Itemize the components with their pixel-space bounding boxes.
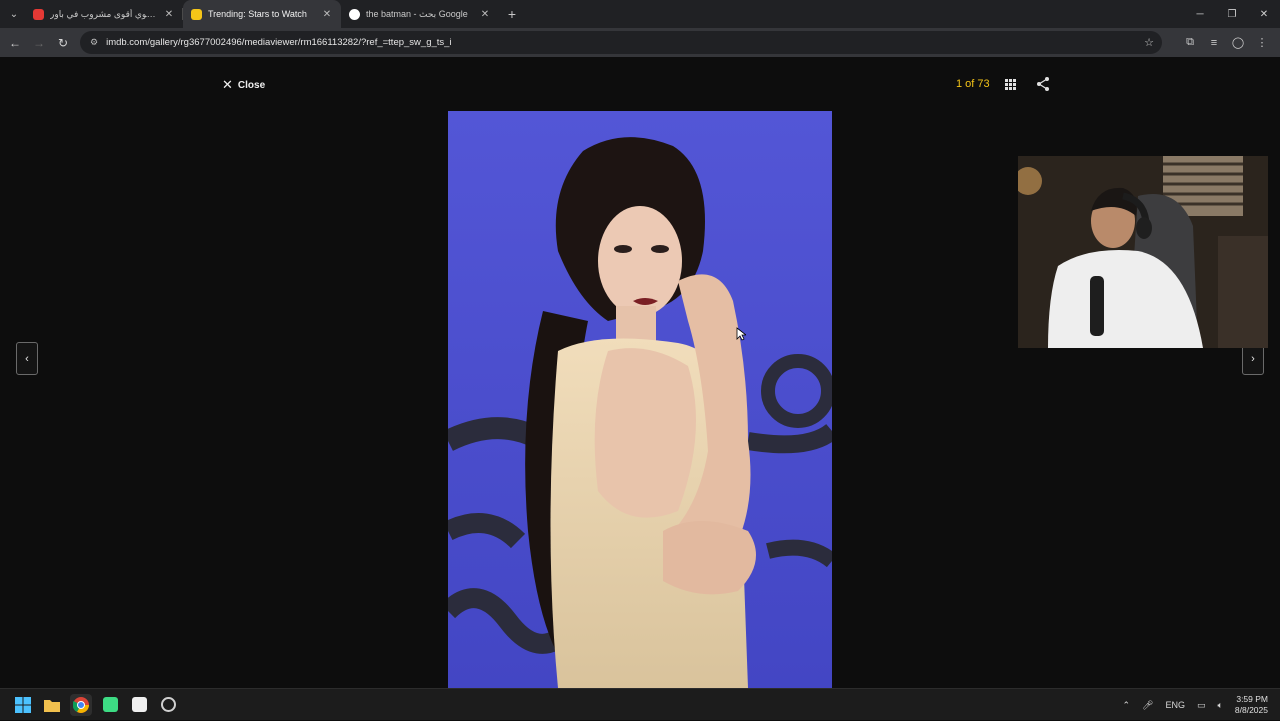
tab-imdb[interactable]: Trending: Stars to Watch ✕: [183, 0, 341, 28]
tab-title: مين يسوي أقوى مشروب في باور !: [50, 8, 163, 19]
language-indicator[interactable]: ENG: [1165, 700, 1185, 710]
menu-kebab-icon[interactable]: ⋮: [1250, 36, 1274, 49]
tab-title: Trending: Stars to Watch: [208, 9, 307, 19]
capcut-app-icon[interactable]: [128, 694, 150, 716]
restore-icon[interactable]: ❐: [1216, 0, 1248, 28]
tab-search-button[interactable]: ⌄: [3, 3, 25, 25]
chrome-icon: [73, 696, 89, 713]
network-icon[interactable]: ▭: [1197, 700, 1206, 711]
file-explorer-icon[interactable]: [41, 694, 63, 716]
back-icon[interactable]: ←: [3, 36, 27, 50]
chrome-taskbar-icon[interactable]: [70, 693, 92, 716]
webcam-overlay: [1018, 156, 1268, 348]
windows-start-icon[interactable]: [12, 694, 34, 716]
tab-youtube[interactable]: مين يسوي أقوى مشروب في باور ! ✕: [25, 0, 183, 28]
android-app-icon[interactable]: [99, 694, 121, 716]
gallery-photo: [448, 111, 832, 688]
system-tray: ⌃ 🎤︎ ENG ▭ 🔈︎ 3:59 PM 8/8/2025: [1122, 689, 1280, 721]
chevron-right-icon: ›: [1251, 352, 1255, 365]
previous-image-button[interactable]: ‹: [16, 342, 38, 375]
url-text: imdb.com/gallery/rg3677002496/mediaviewe…: [106, 37, 452, 48]
close-window-icon[interactable]: ✕: [1248, 0, 1280, 28]
obs-app-icon[interactable]: [157, 694, 179, 716]
webcam-illustration: [1018, 156, 1268, 348]
portrait-illustration: [448, 111, 832, 688]
gallery-grid-icon[interactable]: [1005, 79, 1016, 90]
browser-toolbar: ← → ↻ ⚙ imdb.com/gallery/rg3677002496/me…: [0, 28, 1280, 57]
clock-date: 8/8/2025: [1234, 705, 1268, 715]
volume-icon[interactable]: 🔈︎: [1218, 700, 1223, 711]
microphone-icon[interactable]: 🎤︎: [1142, 700, 1153, 711]
tab-close-icon[interactable]: ✕: [163, 9, 175, 20]
chevron-down-icon: ⌄: [9, 8, 19, 20]
tab-close-icon[interactable]: ✕: [479, 9, 491, 20]
new-tab-button[interactable]: +: [501, 6, 523, 22]
profile-icon[interactable]: ◯: [1226, 36, 1250, 49]
reload-icon[interactable]: ↻: [51, 36, 75, 50]
tab-close-icon[interactable]: ✕: [321, 9, 333, 20]
browser-tab-bar: ⌄ مين يسوي أقوى مشروب في باور ! ✕ Trendi…: [0, 0, 1280, 28]
record-app-icon: [160, 697, 176, 712]
tab-title: the batman - بحث Google: [366, 8, 468, 19]
window-controls: ─ ❐ ✕: [1184, 0, 1280, 28]
forward-icon[interactable]: →: [27, 36, 51, 50]
close-icon: ✕: [222, 77, 233, 92]
minimize-icon[interactable]: ─: [1184, 0, 1216, 28]
site-info-icon[interactable]: ⚙: [90, 37, 98, 48]
plus-icon: +: [507, 6, 517, 22]
close-label: Close: [237, 79, 266, 91]
youtube-favicon-icon: [33, 8, 44, 20]
address-bar[interactable]: ⚙ imdb.com/gallery/rg3677002496/mediavie…: [80, 31, 1162, 54]
tab-google[interactable]: the batman - بحث Google ✕: [341, 0, 499, 28]
extensions-icon[interactable]: ⧉: [1178, 36, 1202, 49]
close-button[interactable]: ✕ Close: [222, 77, 265, 93]
toolbar-actions: ⧉ ≡ ◯ ⋮: [1178, 28, 1274, 57]
tray-overflow-chevron-icon[interactable]: ⌃: [1122, 700, 1130, 711]
green-app-icon: [102, 697, 118, 712]
white-app-icon: [131, 697, 147, 712]
folder-icon: [44, 699, 60, 712]
clock[interactable]: 3:59 PM 8/8/2025: [1235, 694, 1268, 716]
windows-logo-icon: [15, 696, 31, 713]
image-counter: 1 of 73: [956, 78, 990, 90]
mouse-cursor-icon: [736, 327, 746, 341]
media-controls-icon[interactable]: ≡: [1202, 37, 1226, 49]
os-taskbar: ⌃ 🎤︎ ENG ▭ 🔈︎ 3:59 PM 8/8/2025: [0, 688, 1280, 720]
bookmark-star-icon[interactable]: ☆: [1144, 36, 1154, 49]
google-favicon-icon: [349, 8, 360, 20]
clock-time: 3:59 PM: [1236, 694, 1268, 704]
chevron-left-icon: ‹: [25, 352, 29, 365]
imdb-favicon-icon: [191, 8, 202, 20]
share-icon[interactable]: [1035, 76, 1051, 92]
media-viewer: ✕ Close 1 of 73 ‹ ›: [0, 57, 1280, 688]
